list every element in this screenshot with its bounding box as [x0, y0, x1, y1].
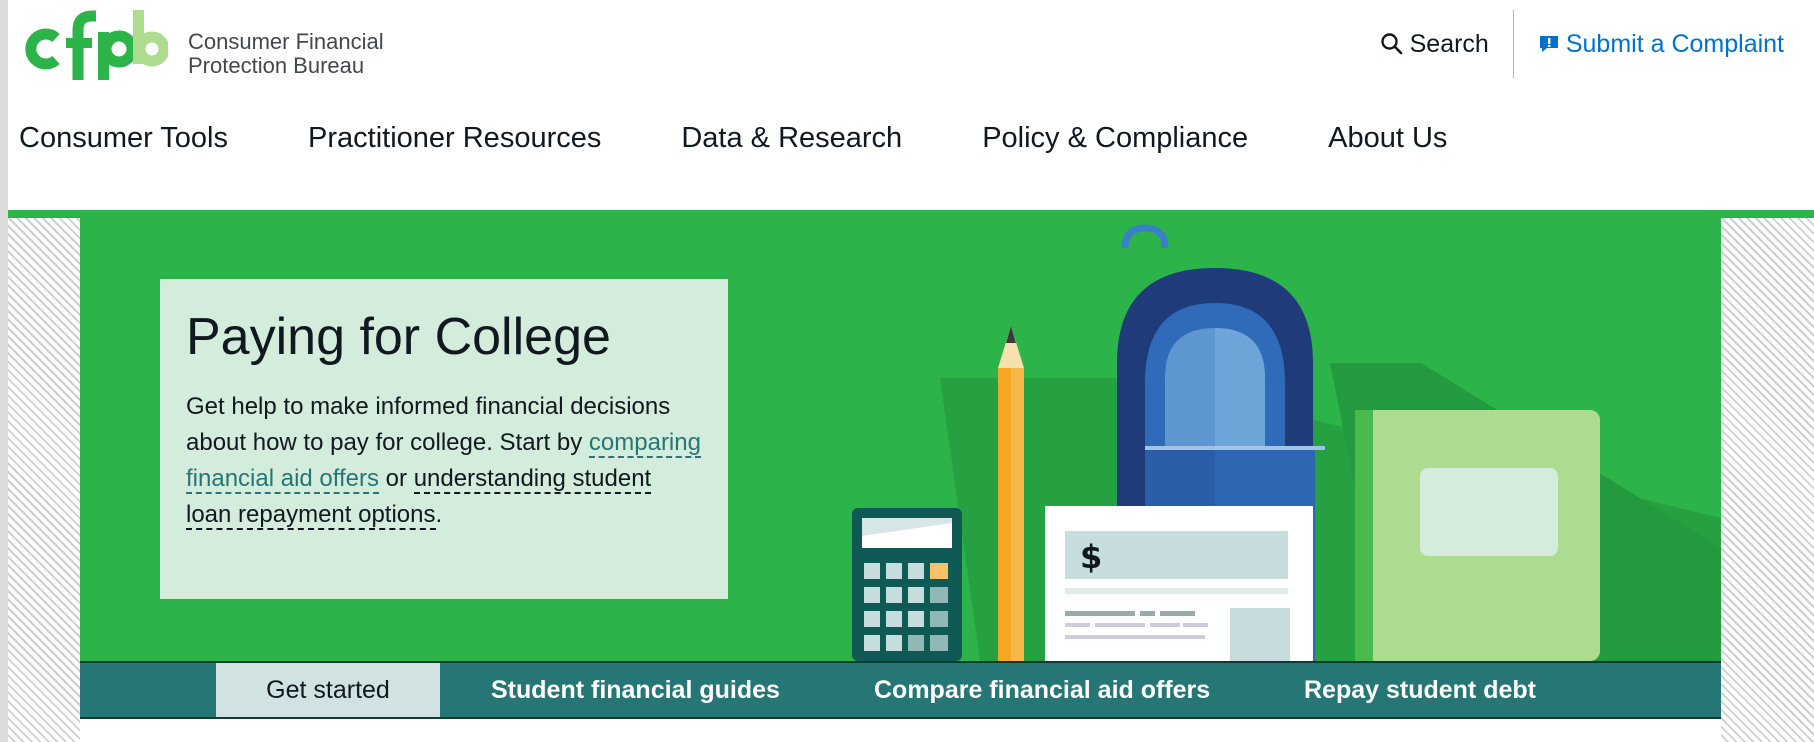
page-content-start: [80, 719, 1721, 742]
tab-compare-financial-aid-offers[interactable]: Compare financial aid offers: [874, 663, 1210, 717]
submit-complaint-link[interactable]: Submit a Complaint: [1514, 30, 1784, 59]
nav-item-policy-compliance[interactable]: Policy & Compliance: [982, 122, 1248, 155]
logo-org-line2: Protection Bureau: [188, 53, 365, 78]
hero-banner: $ Paying for College Get help to make in…: [80, 218, 1721, 661]
cfpb-logo-mark: [25, 10, 168, 80]
hero-body-text-2: or: [379, 465, 414, 492]
nav-item-about-us[interactable]: About Us: [1328, 122, 1447, 155]
complaint-icon: [1539, 36, 1558, 52]
utility-nav: Search Submit a Complaint: [1380, 10, 1784, 78]
nav-item-data-research[interactable]: Data & Research: [681, 122, 902, 155]
nav-item-consumer-tools[interactable]: Consumer Tools: [19, 122, 228, 155]
section-tabs: Get started Student financial guides Com…: [80, 661, 1721, 719]
hatched-margin-right: [1721, 218, 1814, 742]
tab-get-started[interactable]: Get started: [216, 663, 440, 717]
logo-org-line1: Consumer Financial: [188, 29, 384, 54]
dollar-sign: $: [1080, 538, 1102, 576]
tab-repay-student-debt[interactable]: Repay student debt: [1304, 663, 1536, 717]
nav-item-practitioner-resources[interactable]: Practitioner Resources: [308, 122, 601, 155]
complaint-label: Submit a Complaint: [1565, 29, 1784, 58]
search-icon: [1380, 33, 1402, 55]
logo-org-name: Consumer Financial Protection Bureau: [188, 30, 384, 78]
header-green-rule: [8, 210, 1814, 218]
hero-description: Get help to make informed financial deci…: [186, 389, 702, 533]
search-label: Search: [1409, 29, 1489, 58]
hero-title: Paying for College: [186, 308, 611, 366]
tab-student-financial-guides[interactable]: Student financial guides: [491, 663, 780, 717]
search-button[interactable]: Search: [1380, 30, 1513, 59]
main-navigation: Consumer Tools Practitioner Resources Da…: [19, 122, 1527, 155]
hatched-margin-left: [8, 218, 80, 742]
hero-card: Paying for College Get help to make info…: [160, 279, 728, 599]
site-header: Consumer Financial Protection Bureau Sea…: [8, 0, 1814, 218]
browser-left-edge: [0, 0, 8, 742]
hero-body-text-3: .: [435, 501, 443, 528]
cfpb-logo[interactable]: Consumer Financial Protection Bureau: [18, 8, 384, 80]
